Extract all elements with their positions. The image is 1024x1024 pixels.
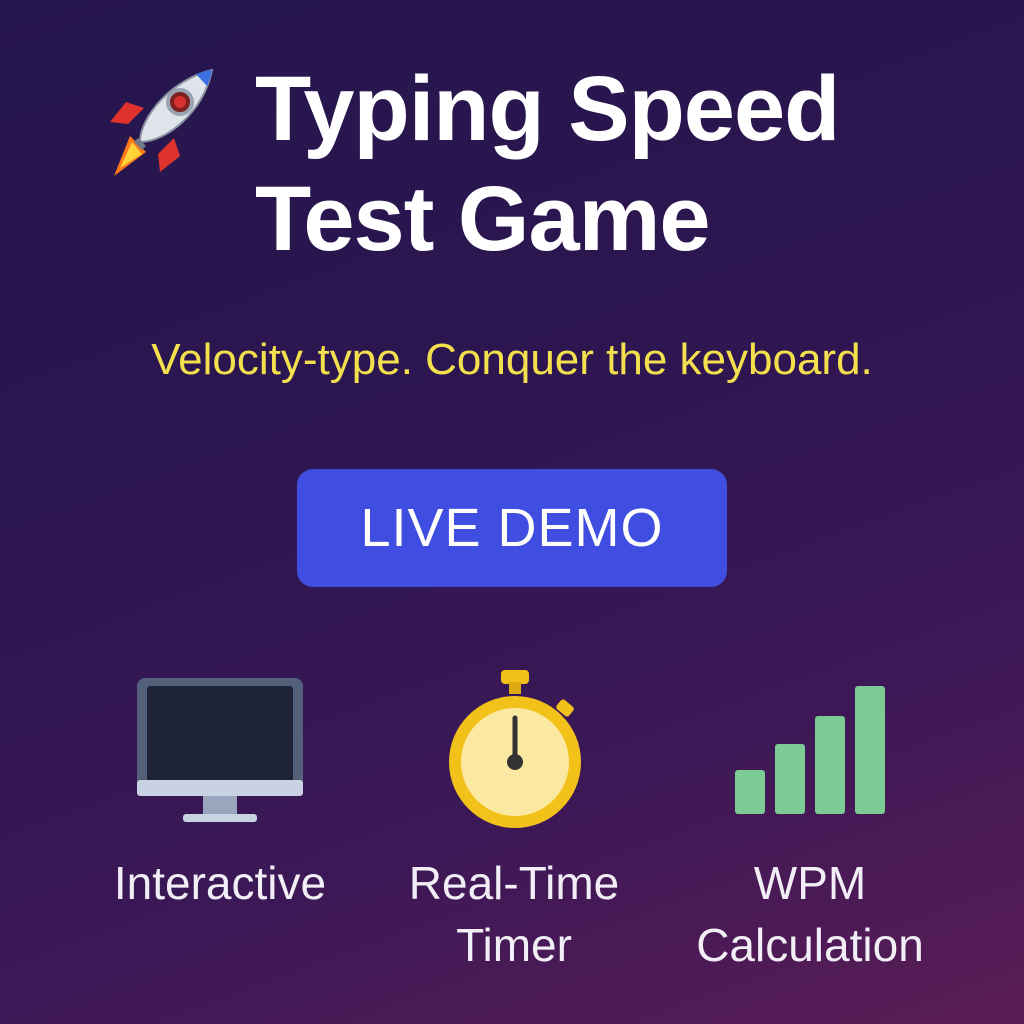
title-line: Typing Speed Test Game	[255, 58, 840, 270]
monitor-icon	[137, 678, 303, 822]
tagline: Velocity-type. Conquer the keyboard.	[151, 335, 873, 384]
stopwatch-icon	[449, 670, 581, 828]
feature-interactive: Interactive	[60, 670, 380, 914]
feature-label: WPM Calculation	[696, 857, 924, 971]
feature-label: Interactive	[113, 857, 327, 909]
rocket-icon	[110, 68, 214, 176]
bar-chart-icon	[735, 686, 885, 814]
live-demo-button[interactable]: LIVE DEMO	[297, 469, 727, 587]
page-title: Typing Speed Test Game	[255, 54, 995, 274]
feature-wpm-calculation: WPM Calculation	[650, 670, 970, 976]
feature-real-time-timer: Real-Time Timer	[354, 670, 674, 976]
feature-label: Real-Time Timer	[408, 857, 620, 971]
landing-page: Typing Speed Test Game Velocity-type. Co…	[0, 0, 1024, 1024]
